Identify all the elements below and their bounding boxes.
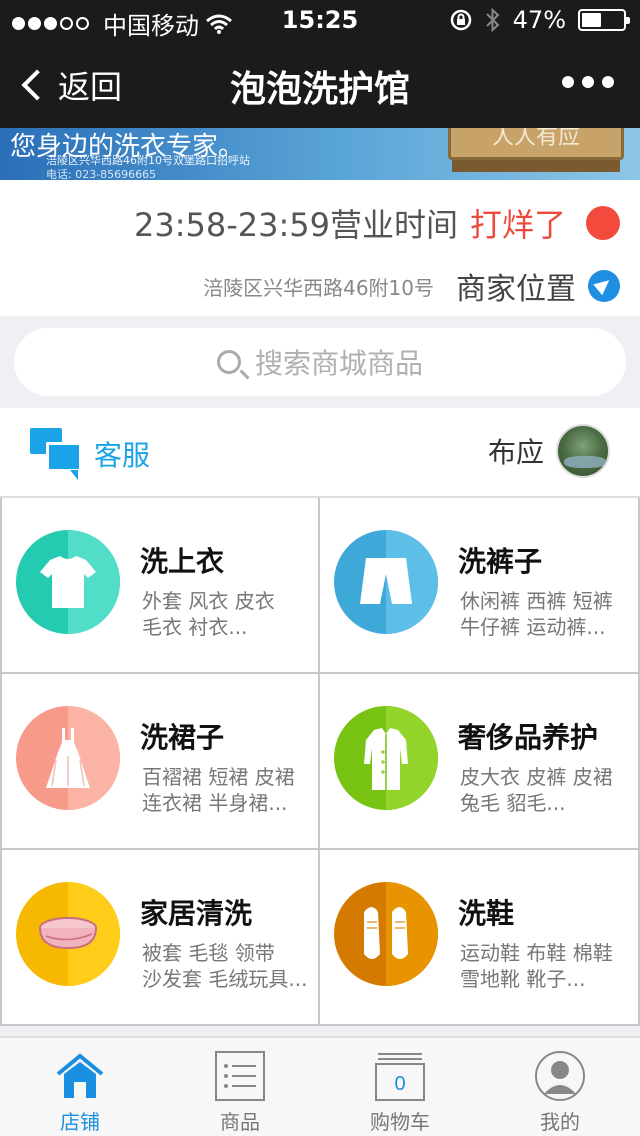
category-badge [334, 530, 438, 634]
category-grid: 洗上衣 外套 风衣 皮衣 毛衣 衬衣... 洗裤子 休闲裤 西裤 短裤 牛仔裤 运动… [0, 498, 640, 1026]
location-row[interactable]: 涪陵区兴华西路46附10号 商家位置 [203, 264, 620, 308]
status-dot-icon [586, 206, 620, 240]
category-cell[interactable]: 洗裙子 百褶裙 短裙 皮裙 连衣裙 半身裙... [0, 674, 320, 850]
dress-icon [46, 728, 90, 788]
category-title: 奢侈品养护 [458, 721, 599, 754]
category-items: 运动鞋 布鞋 棉鞋 雪地靴 靴子... [460, 941, 613, 991]
status-right: 47% [449, 6, 630, 34]
tab-cart[interactable]: 0 购物车 [320, 1038, 480, 1136]
customer-service-label: 客服 [94, 439, 151, 472]
search-area: 搜索商城商品 [0, 316, 640, 408]
store-info: 23:58-23:59营业时间 打烊了 涪陵区兴华西路46附10号 商家位置 [0, 180, 640, 316]
tab-label: 店铺 [60, 1110, 100, 1134]
business-hours: 23:58-23:59营业时间 [133, 206, 458, 244]
category-items: 被套 毛毯 领带 沙发套 毛绒玩具... [142, 941, 308, 991]
store-location-label: 商家位置 [456, 272, 576, 307]
page-title: 泡泡洗护馆 [229, 69, 410, 110]
more-dot-icon [582, 76, 594, 88]
nav-bar: 返回 泡泡洗护馆 [0, 40, 640, 128]
chat-bubbles-icon [30, 428, 84, 480]
category-items: 外套 风衣 皮衣 毛衣 衬衣... [142, 589, 275, 639]
avatar [556, 424, 610, 478]
category-items: 皮大衣 皮裤 皮裙 兔毛 貂毛... [460, 765, 613, 815]
status-bar: 中国移动 15:25 47% [0, 0, 640, 40]
home-icon [56, 1053, 104, 1098]
battery-percent: 47% [512, 6, 566, 34]
category-badge [16, 882, 120, 986]
bluetooth-icon [485, 7, 500, 33]
tab-bar: 店铺 商品 0 购物车 我的 [0, 1036, 640, 1136]
category-cell[interactable]: 家居清洗 被套 毛毯 领带 沙发套 毛绒玩具... [0, 850, 320, 1026]
more-button[interactable] [562, 76, 614, 88]
cart-icon: 0 [375, 1053, 425, 1101]
category-items: 休闲裤 西裤 短裤 牛仔裤 运动裤... [460, 589, 613, 639]
store-address: 涪陵区兴华西路46附10号 [203, 275, 434, 300]
category-badge [16, 530, 120, 634]
more-dot-icon [562, 76, 574, 88]
customer-service-button[interactable]: 客服 [30, 428, 150, 480]
tab-products[interactable]: 商品 [160, 1038, 320, 1136]
category-title: 洗裙子 [140, 721, 225, 754]
rotation-lock-icon [450, 9, 471, 31]
search-input[interactable]: 搜索商城商品 [14, 328, 626, 396]
banner-sign-base [452, 160, 620, 172]
category-cell[interactable]: 洗鞋 运动鞋 布鞋 棉鞋 雪地靴 靴子... [320, 850, 640, 1026]
category-badge [334, 706, 438, 810]
banner-sign: 人人有应 [448, 128, 624, 160]
owner-profile[interactable]: 布应 [488, 424, 610, 478]
tab-label: 购物车 [370, 1110, 430, 1134]
battery-icon [578, 9, 630, 31]
owner-name: 布应 [487, 436, 544, 469]
tab-label: 商品 [220, 1110, 260, 1134]
search-placeholder: 搜索商城商品 [254, 347, 423, 380]
tab-store[interactable]: 店铺 [0, 1038, 160, 1136]
category-badge [16, 706, 120, 810]
category-title: 洗鞋 [458, 897, 515, 930]
shorts-icon [360, 558, 412, 604]
search-icon [216, 350, 241, 374]
store-status: 打烊了 [469, 206, 566, 244]
hours-row: 23:58-23:59营业时间 打烊了 [134, 200, 620, 246]
list-icon [215, 1051, 265, 1101]
service-row: 客服 布应 [0, 408, 640, 498]
category-badge [334, 882, 438, 986]
cart-count: 0 [394, 1073, 405, 1095]
store-banner[interactable]: 您身边的洗衣专家。 涪陵区兴华西路46附10号双堡路口招呼站 电话: 023-8… [0, 128, 640, 180]
category-cell[interactable]: 奢侈品养护 皮大衣 皮裤 皮裙 兔毛 貂毛... [320, 674, 640, 850]
shirt-icon [40, 556, 96, 608]
category-title: 洗上衣 [140, 545, 225, 578]
category-items: 百褶裙 短裙 皮裙 连衣裙 半身裙... [142, 765, 295, 815]
location-arrow-icon[interactable] [588, 270, 620, 302]
tab-me[interactable]: 我的 [480, 1038, 640, 1136]
user-icon [535, 1051, 585, 1101]
shoes-icon [364, 907, 408, 959]
towel-icon [39, 917, 97, 950]
more-dot-icon [602, 76, 614, 88]
coat-icon [364, 728, 408, 790]
category-cell[interactable]: 洗上衣 外套 风衣 皮衣 毛衣 衬衣... [0, 498, 320, 674]
banner-phone: 电话: 023-85696665 [46, 168, 157, 180]
tab-label: 我的 [540, 1110, 580, 1134]
category-title: 洗裤子 [458, 545, 543, 578]
category-title: 家居清洗 [140, 897, 253, 930]
category-cell[interactable]: 洗裤子 休闲裤 西裤 短裤 牛仔裤 运动裤... [320, 498, 640, 674]
